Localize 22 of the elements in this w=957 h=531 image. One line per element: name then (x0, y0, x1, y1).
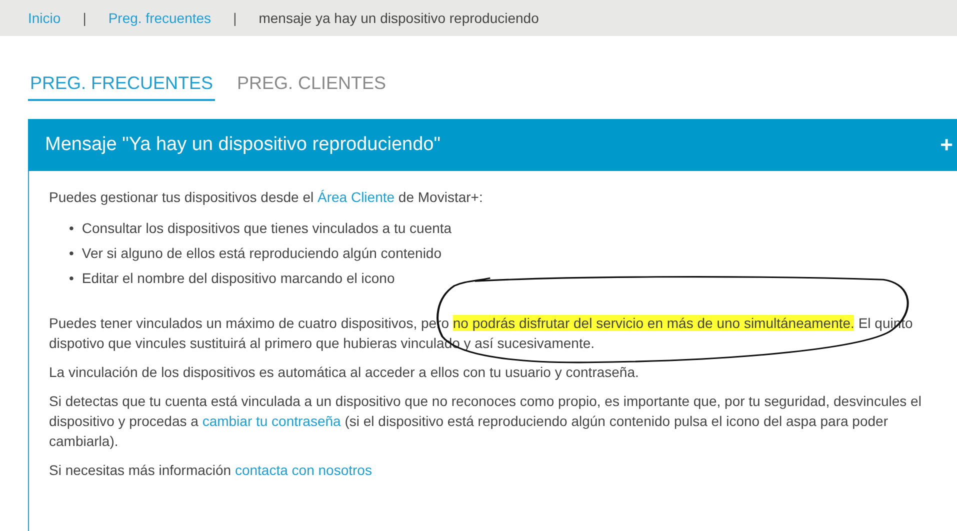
breadcrumb-link[interactable]: Preg. frecuentes (108, 8, 212, 28)
breadcrumb-current: mensaje ya hay un dispositivo reproduciendo (258, 8, 539, 28)
paragraph: Si necesitas más información contacta con nosotros (49, 461, 373, 480)
breadcrumb-link[interactable]: Inicio (28, 8, 61, 28)
paragraph: La vinculación de los dispositivos es automática al acceder a ellos con tu usuario y contraseña. (49, 363, 640, 382)
paragraph: Si detectas que tu cuenta está vinculada a un dispositivo que no reconoces como propio, es importante que, por tu seguridad, desvincules el dispositivo y procedas a cambiar tu contraseña (si el dispositivo está reproduciendo algún contenido pulsa el icono del aspa para poder cambiarla). (49, 392, 922, 451)
bullet: • (69, 219, 74, 238)
list-item: Consultar los dispositivos que tienes vinculados a tu cuenta (82, 219, 452, 238)
bullet: • (69, 244, 74, 263)
breadcrumb-separator: | (82, 8, 86, 28)
list-item: Editar el nombre del dispositivo marcando el icono (82, 269, 395, 288)
breadcrumb-separator: | (233, 8, 237, 28)
text-link[interactable]: Área Cliente (318, 189, 395, 205)
tab[interactable]: PREG. FRECUENTES (28, 70, 216, 101)
list-item: Ver si alguno de ellos está reproduciendo algún contenido (82, 244, 442, 263)
paragraph: Puedes gestionar tus dispositivos desde el Área Cliente de Movistar+: (49, 188, 484, 207)
tab[interactable]: PREG. CLIENTES (235, 70, 388, 101)
bullet: • (69, 269, 74, 288)
text-link[interactable]: contacta con nosotros (234, 462, 372, 478)
text-link[interactable]: cambiar tu contraseña (202, 413, 341, 429)
expand-button[interactable]: + (936, 134, 957, 156)
panel-title: Mensaje "Ya hay un dispositivo reproduciendo" (45, 132, 440, 157)
